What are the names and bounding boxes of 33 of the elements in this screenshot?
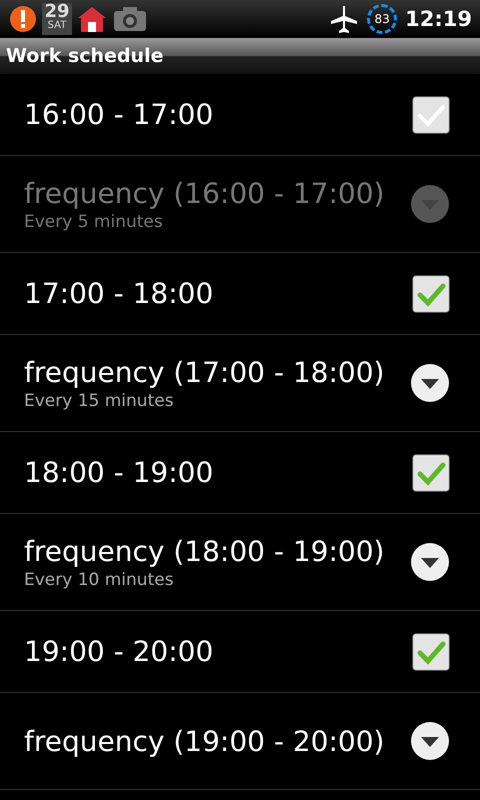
row-title: 18:00 - 19:00 [24, 456, 214, 489]
list-preference-row[interactable]: frequency (18:00 - 19:00) Every 10 minutes [0, 514, 480, 611]
checkbox[interactable] [412, 454, 450, 492]
row-title: frequency (16:00 - 17:00) [24, 176, 384, 210]
alert-icon [8, 4, 38, 34]
row-summary: Every 10 minutes [24, 570, 175, 590]
clock: 12:19 [405, 7, 472, 31]
row-summary: Every 15 minutes [24, 390, 175, 410]
window-title: Work schedule [6, 45, 164, 67]
row-summary: Every 5 minutes [24, 212, 164, 232]
list-preference-row[interactable]: frequency (17:00 - 18:00) Every 15 minutes [0, 335, 480, 432]
calendar-icon: 29 SAT [42, 3, 72, 35]
row-title: 16:00 - 17:00 [24, 98, 214, 131]
checkbox[interactable] [412, 274, 450, 312]
airplane-icon [329, 4, 360, 34]
list-preference-row[interactable]: frequency (19:00 - 20:00) [0, 693, 480, 790]
checkbox[interactable] [412, 632, 450, 670]
dropdown-icon[interactable] [410, 721, 450, 761]
dropdown-icon[interactable] [410, 363, 450, 403]
checkbox-row[interactable]: 19:00 - 20:00 [0, 611, 480, 693]
row-title: frequency (17:00 - 18:00) [24, 356, 384, 388]
checkbox-row[interactable]: 17:00 - 18:00 [0, 253, 480, 335]
checkbox[interactable] [412, 96, 450, 134]
row-title: frequency (19:00 - 20:00) [24, 724, 384, 758]
house-icon [76, 4, 108, 34]
row-title: 19:00 - 20:00 [24, 635, 214, 668]
checkbox-row[interactable]: 18:00 - 19:00 [0, 432, 480, 514]
checkbox-row[interactable]: 16:00 - 17:00 [0, 74, 480, 156]
battery-icon: 83 [367, 4, 398, 34]
dropdown-icon[interactable] [410, 542, 450, 582]
row-title: frequency (18:00 - 19:00) [24, 534, 384, 568]
row-title: 17:00 - 18:00 [24, 277, 214, 310]
camera-icon [112, 5, 148, 33]
